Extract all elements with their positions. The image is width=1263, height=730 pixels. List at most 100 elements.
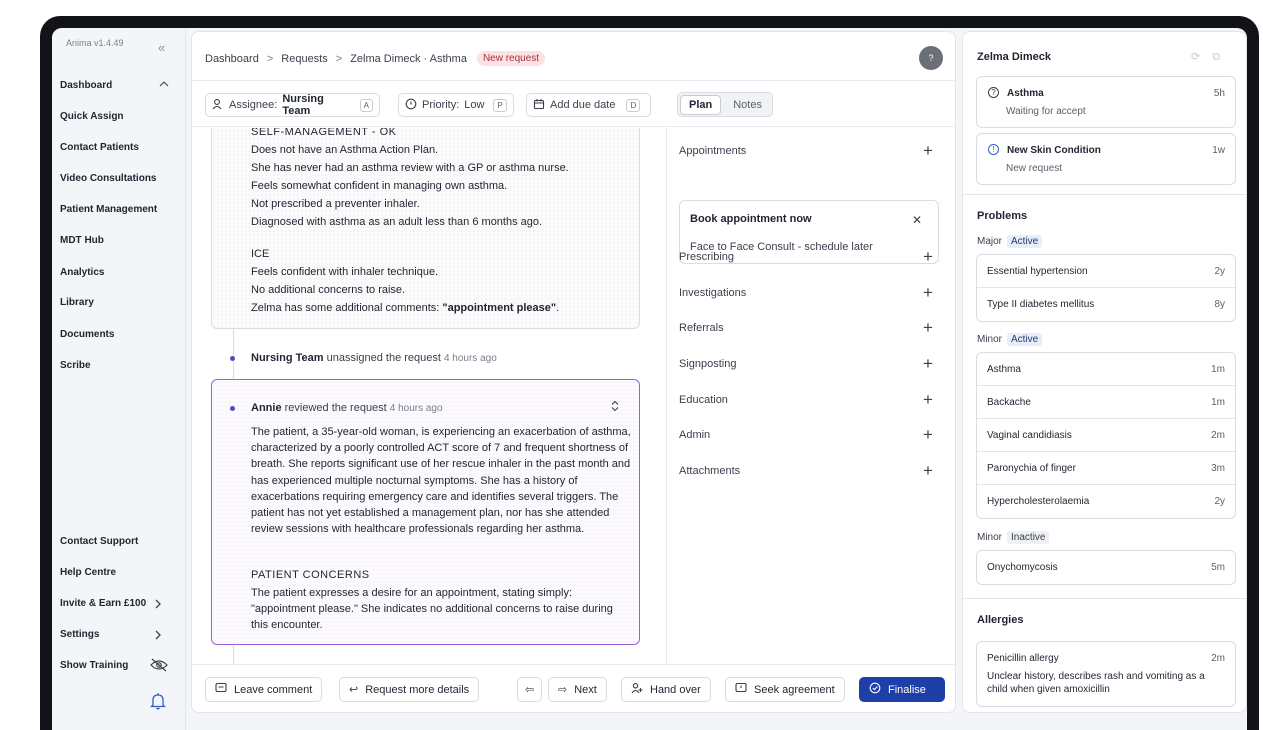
- list-item[interactable]: Asthma 1m: [977, 353, 1235, 386]
- sidebar-item-patient-management[interactable]: Patient Management: [60, 204, 157, 215]
- sidebar-item-invite-earn[interactable]: Invite & Earn £100: [60, 598, 146, 609]
- list-item[interactable]: Essential hypertension 2y: [977, 255, 1235, 288]
- request-more-label: Request more details: [365, 683, 470, 696]
- request-timeline[interactable]: SELF-MANAGEMENT - OK Does not have an As…: [192, 128, 665, 664]
- allergy-age: 2m: [1211, 653, 1225, 664]
- chevron-up-icon[interactable]: [158, 77, 170, 93]
- problem-name: Hypercholesterolaemia: [987, 496, 1090, 507]
- request-item-asthma[interactable]: ? Asthma Waiting for accept 5h: [976, 76, 1236, 128]
- answer-line: Not prescribed a preventer inhaler.: [251, 198, 420, 210]
- event-action: reviewed the request: [281, 402, 387, 414]
- allergy-card[interactable]: Penicillin allergy 2m Unclear history, d…: [976, 641, 1236, 707]
- answer-line: She has never had an asthma review with …: [251, 162, 569, 174]
- list-item[interactable]: Type II diabetes mellitus 8y: [977, 288, 1235, 321]
- sidebar: Anima v1.4.49 « Dashboard Quick Assign C…: [52, 28, 186, 730]
- assignee-button[interactable]: Assignee: Nursing Team A: [205, 93, 380, 117]
- problem-age: 1m: [1211, 397, 1225, 408]
- patient-name: Zelma Dimeck: [977, 51, 1051, 63]
- sidebar-item-video-consultations[interactable]: Video Consultations: [60, 173, 157, 184]
- calendar-icon: [533, 98, 545, 113]
- request-item-skin[interactable]: ! New Skin Condition New request 1w: [976, 133, 1236, 185]
- previous-button[interactable]: ⇦: [517, 677, 543, 702]
- hand-over-button[interactable]: Hand over: [621, 677, 711, 702]
- sidebar-item-settings[interactable]: Settings: [60, 629, 99, 640]
- list-item[interactable]: Onychomycosis 5m: [977, 551, 1235, 584]
- patient-panel: Zelma Dimeck ⟳⧉ ? Asthma Waiting for acc…: [962, 31, 1247, 713]
- concerns-summary: The patient expresses a desire for an ap…: [251, 587, 613, 632]
- add-attachments-icon[interactable]: +: [923, 462, 933, 479]
- add-investigations-icon[interactable]: +: [923, 284, 933, 301]
- problem-name: Vaginal candidiasis: [987, 430, 1072, 441]
- list-item[interactable]: Hypercholesterolaemia 2y: [977, 485, 1235, 518]
- breadcrumb-dashboard[interactable]: Dashboard: [205, 53, 259, 65]
- sidebar-item-contact-patients[interactable]: Contact Patients: [60, 142, 139, 153]
- answer-line: Diagnosed with asthma as an adult less t…: [251, 216, 543, 228]
- bell-icon[interactable]: [149, 692, 167, 710]
- problem-category: Minor Inactive: [977, 531, 1050, 544]
- sidebar-item-dashboard[interactable]: Dashboard: [60, 80, 112, 91]
- request-more-details-button[interactable]: ↩ Request more details: [339, 677, 480, 702]
- sidebar-item-analytics[interactable]: Analytics: [60, 267, 104, 278]
- add-appointment-icon[interactable]: +: [923, 142, 933, 159]
- add-referrals-icon[interactable]: +: [923, 319, 933, 336]
- review-summary: The patient, a 35-year-old woman, is exp…: [251, 426, 631, 536]
- due-date-label: Add due date: [550, 99, 616, 111]
- allergy-name: Penicillin allergy: [987, 653, 1059, 664]
- sidebar-item-help-centre[interactable]: Help Centre: [60, 567, 116, 578]
- close-icon[interactable]: ✕: [912, 213, 922, 227]
- request-panel: Dashboard > Requests > Zelma Dimeck · As…: [191, 31, 956, 713]
- next-button[interactable]: ⇨ Next: [548, 677, 607, 702]
- help-button[interactable]: ?: [919, 46, 943, 70]
- plan-section-investigations: Investigations: [679, 287, 747, 299]
- sidebar-item-documents[interactable]: Documents: [60, 329, 114, 340]
- sidebar-item-show-training[interactable]: Show Training: [60, 660, 128, 671]
- chevron-right-icon[interactable]: [152, 628, 164, 644]
- problem-age: 2y: [1214, 496, 1225, 507]
- refresh-external-icons[interactable]: ⟳⧉: [1191, 50, 1232, 64]
- allergy-description: Unclear history, describes rash and vomi…: [987, 671, 1205, 695]
- section-heading: SELF-MANAGEMENT - OK: [251, 128, 397, 138]
- expand-collapse-icon[interactable]: [610, 400, 620, 415]
- list-item[interactable]: Vaginal candidiasis 2m: [977, 419, 1235, 452]
- sidebar-item-quick-assign[interactable]: Quick Assign: [60, 111, 124, 122]
- priority-label: Priority:: [422, 99, 460, 111]
- problem-category: Minor Active: [977, 333, 1043, 346]
- problem-name: Asthma: [987, 364, 1021, 375]
- timeline-dot: [230, 356, 235, 361]
- add-signposting-icon[interactable]: +: [923, 355, 933, 372]
- sidebar-item-scribe[interactable]: Scribe: [60, 360, 91, 371]
- leave-comment-button[interactable]: Leave comment: [205, 677, 323, 702]
- collapse-sidebar-icon[interactable]: «: [158, 40, 165, 55]
- comment-quote: "appointment please": [442, 302, 557, 314]
- add-education-icon[interactable]: +: [923, 391, 933, 408]
- seek-agreement-button[interactable]: Seek agreement: [725, 677, 845, 702]
- add-admin-icon[interactable]: +: [923, 426, 933, 443]
- breadcrumb-requests[interactable]: Requests: [281, 53, 327, 65]
- priority-button[interactable]: Priority: Low P: [398, 93, 514, 117]
- appointment-title: Book appointment now: [690, 213, 812, 225]
- request-title: Asthma: [1007, 88, 1044, 99]
- sidebar-item-library[interactable]: Library: [60, 297, 94, 308]
- chevron-right-icon[interactable]: [152, 597, 164, 613]
- eye-off-icon[interactable]: [150, 658, 168, 675]
- problem-name: Type II diabetes mellitus: [987, 299, 1095, 310]
- list-item[interactable]: Paronychia of finger 3m: [977, 452, 1235, 485]
- plan-section-education: Education: [679, 394, 728, 406]
- category-label: Minor: [977, 334, 1003, 345]
- shortcut-key: P: [493, 98, 507, 112]
- add-prescribing-icon[interactable]: +: [923, 248, 933, 265]
- tab-notes[interactable]: Notes: [725, 96, 770, 114]
- status-badge: Active: [1007, 235, 1043, 248]
- sidebar-item-contact-support[interactable]: Contact Support: [60, 536, 138, 547]
- finalise-button[interactable]: Finalise: [859, 677, 945, 702]
- due-date-button[interactable]: Add due date D: [526, 93, 651, 117]
- list-item[interactable]: Backache 1m: [977, 386, 1235, 419]
- plan-tabs-bar: Plan Notes: [666, 81, 955, 127]
- problem-age: 2y: [1214, 266, 1225, 277]
- problem-age: 8y: [1214, 299, 1225, 310]
- plan-section-prescribing: Prescribing: [679, 251, 735, 263]
- sidebar-item-mdt-hub[interactable]: MDT Hub: [60, 235, 104, 246]
- chevron-right-icon: >: [266, 52, 274, 65]
- event-actor: Nursing Team: [251, 352, 324, 364]
- tab-plan[interactable]: Plan: [680, 94, 722, 115]
